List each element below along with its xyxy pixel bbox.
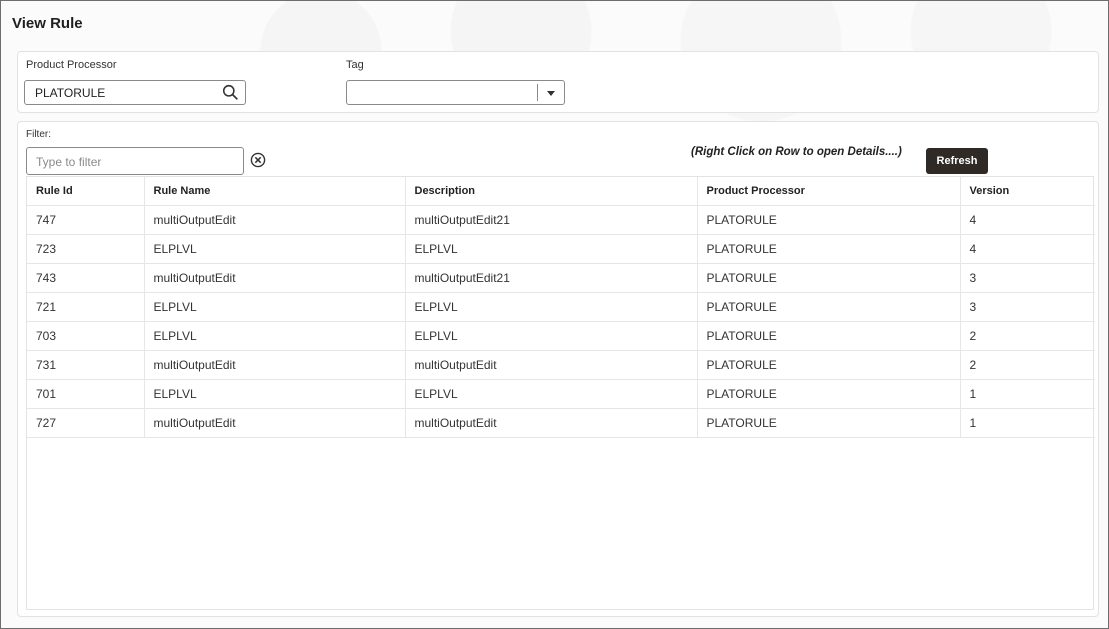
row-details-hint: (Right Click on Row to open Details....) <box>691 146 902 158</box>
cell-product-processor: PLATORULE <box>697 292 961 322</box>
cell-product-processor: PLATORULE <box>697 350 961 380</box>
refresh-button[interactable]: Refresh <box>926 148 988 174</box>
cell-version: 2 <box>960 321 1095 351</box>
cell-version: 3 <box>960 292 1095 322</box>
column-header-rule-name[interactable]: Rule Name <box>144 177 406 206</box>
cell-rule-name: ELPLVL <box>144 234 406 264</box>
cell-rule-id: 743 <box>27 263 145 293</box>
cell-rule-id: 727 <box>27 408 145 438</box>
cell-rule-name: multiOutputEdit <box>144 408 406 438</box>
cell-rule-id: 723 <box>27 234 145 264</box>
table-row[interactable]: 703 ELPLVL ELPLVL PLATORULE 2 <box>27 321 1095 351</box>
clear-circle-icon[interactable] <box>250 152 266 168</box>
filter-input[interactable] <box>36 155 236 169</box>
product-processor-input[interactable]: PLATORULE <box>24 80 246 105</box>
table-header-row: Rule Id Rule Name Description Product Pr… <box>27 177 1095 206</box>
cell-description: multiOutputEdit <box>405 350 698 380</box>
table-row[interactable]: 743 multiOutputEdit multiOutputEdit21 PL… <box>27 263 1095 293</box>
tag-select-divider <box>537 84 538 101</box>
cell-product-processor: PLATORULE <box>697 408 961 438</box>
rules-panel: Filter: (Right Click on Row to open Deta… <box>17 121 1099 617</box>
column-header-description[interactable]: Description <box>405 177 698 206</box>
table-row[interactable]: 701 ELPLVL ELPLVL PLATORULE 1 <box>27 379 1095 409</box>
cell-rule-name: multiOutputEdit <box>144 263 406 293</box>
filter-label: Filter: <box>26 129 51 140</box>
view-rule-window: View Rule Product Processor PLATORULE Ta… <box>0 0 1109 629</box>
cell-product-processor: PLATORULE <box>697 263 961 293</box>
tag-label: Tag <box>346 59 364 71</box>
cell-rule-name: ELPLVL <box>144 321 406 351</box>
cell-rule-id: 701 <box>27 379 145 409</box>
cell-rule-name: multiOutputEdit <box>144 350 406 380</box>
cell-description: multiOutputEdit21 <box>405 205 698 235</box>
page-title: View Rule <box>12 15 83 32</box>
cell-product-processor: PLATORULE <box>697 234 961 264</box>
tag-select[interactable] <box>346 80 565 105</box>
cell-version: 1 <box>960 379 1095 409</box>
column-header-product-processor[interactable]: Product Processor <box>697 177 961 206</box>
search-criteria-panel: Product Processor PLATORULE Tag <box>17 51 1099 113</box>
filter-field[interactable] <box>26 147 244 175</box>
column-header-version[interactable]: Version <box>960 177 1095 206</box>
cell-product-processor: PLATORULE <box>697 321 961 351</box>
cell-rule-id: 731 <box>27 350 145 380</box>
table-row[interactable]: 747 multiOutputEdit multiOutputEdit21 PL… <box>27 205 1095 235</box>
cell-version: 1 <box>960 408 1095 438</box>
table-row[interactable]: 727 multiOutputEdit multiOutputEdit PLAT… <box>27 408 1095 438</box>
cell-product-processor: PLATORULE <box>697 379 961 409</box>
table-row[interactable]: 721 ELPLVL ELPLVL PLATORULE 3 <box>27 292 1095 322</box>
cell-rule-name: multiOutputEdit <box>144 205 406 235</box>
cell-version: 2 <box>960 350 1095 380</box>
cell-description: multiOutputEdit <box>405 408 698 438</box>
column-header-rule-id[interactable]: Rule Id <box>27 177 145 206</box>
cell-version: 4 <box>960 234 1095 264</box>
chevron-down-icon[interactable] <box>547 91 555 96</box>
cell-description: ELPLVL <box>405 379 698 409</box>
cell-description: multiOutputEdit21 <box>405 263 698 293</box>
cell-rule-name: ELPLVL <box>144 379 406 409</box>
cell-rule-id: 747 <box>27 205 145 235</box>
cell-description: ELPLVL <box>405 321 698 351</box>
cell-description: ELPLVL <box>405 234 698 264</box>
cell-version: 3 <box>960 263 1095 293</box>
product-processor-label: Product Processor <box>26 59 117 71</box>
rules-table: Rule Id Rule Name Description Product Pr… <box>26 176 1095 610</box>
cell-version: 4 <box>960 205 1095 235</box>
cell-description: ELPLVL <box>405 292 698 322</box>
cell-rule-id: 703 <box>27 321 145 351</box>
cell-product-processor: PLATORULE <box>697 205 961 235</box>
search-icon[interactable] <box>222 84 239 101</box>
table-row[interactable]: 723 ELPLVL ELPLVL PLATORULE 4 <box>27 234 1095 264</box>
table-row[interactable]: 731 multiOutputEdit multiOutputEdit PLAT… <box>27 350 1095 380</box>
cell-rule-id: 721 <box>27 292 145 322</box>
product-processor-value: PLATORULE <box>35 86 106 100</box>
cell-rule-name: ELPLVL <box>144 292 406 322</box>
